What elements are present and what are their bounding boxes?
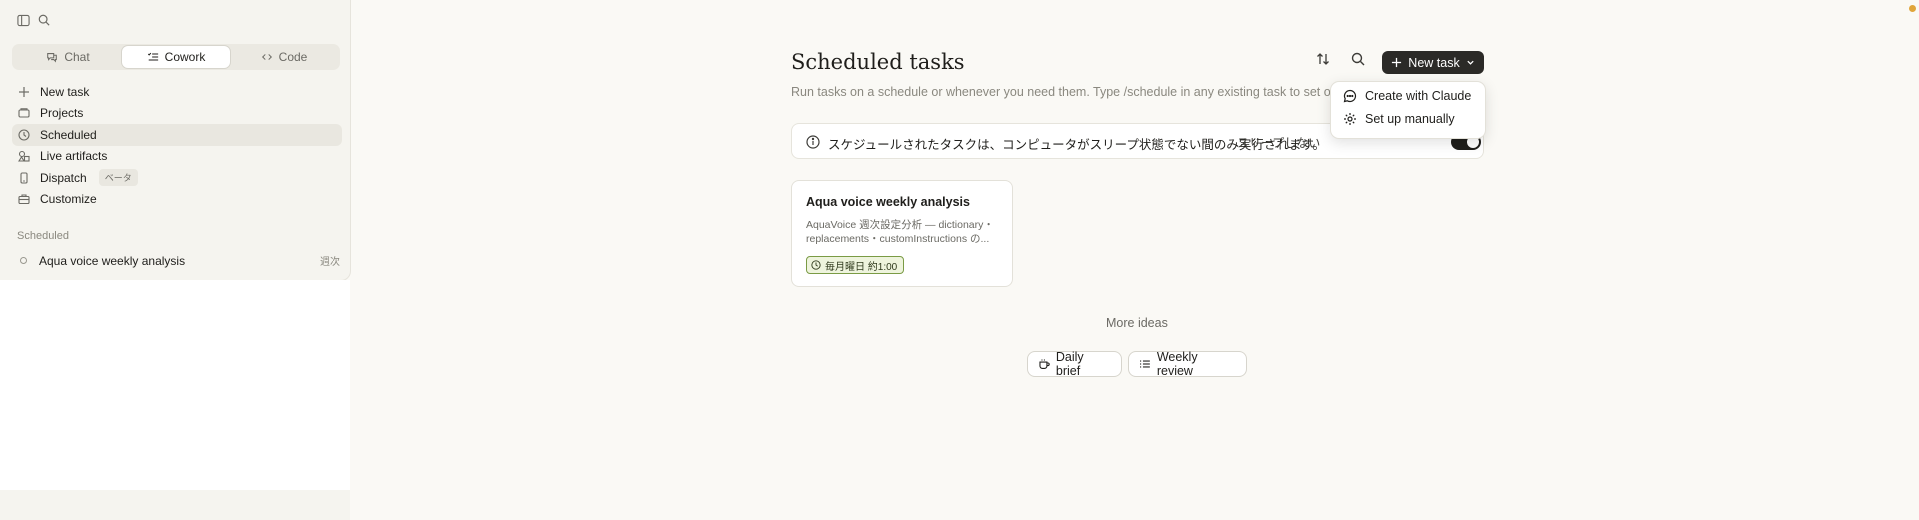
new-task-dropdown-menu: Create with Claude Set up manually: [1330, 81, 1486, 139]
menu-item-create-with-claude[interactable]: Create with Claude: [1343, 89, 1471, 103]
chevron-down-icon: [1467, 60, 1474, 65]
plus-icon: [19, 86, 29, 97]
sidebar-item-label: Dispatch: [40, 170, 87, 185]
sort-icon[interactable]: [1316, 52, 1330, 66]
task-list-icon: [147, 52, 158, 61]
status-dot-icon: [20, 257, 27, 264]
idea-weekly-review-button[interactable]: Weekly review: [1128, 350, 1247, 378]
idea-label: Weekly review: [1156, 350, 1198, 378]
sidebar-item-label: New task: [40, 84, 90, 99]
sidebar-item-dispatch[interactable]: Dispatch ベータ: [12, 167, 342, 189]
keep-awake-label: スリープしない: [1237, 136, 1321, 150]
info-icon: [806, 135, 820, 149]
new-task-label: New task: [1408, 55, 1460, 70]
briefcase-icon: [18, 194, 30, 205]
sidebar-footer: [0, 490, 350, 520]
sidebar-item-label: Customize: [40, 192, 97, 207]
clock-icon: [811, 260, 821, 270]
sidebar-blank-area: [0, 280, 350, 490]
new-task-button[interactable]: New task: [1382, 51, 1484, 74]
mode-cowork[interactable]: Cowork: [122, 46, 230, 68]
mode-code[interactable]: Code: [230, 46, 338, 68]
chat-icon: [47, 53, 58, 63]
page-subtitle: Run tasks on a schedule or whenever you …: [791, 85, 1331, 99]
sidebar-toggle-icon[interactable]: [17, 14, 30, 27]
status-indicator-icon: [1909, 5, 1916, 12]
mode-chat[interactable]: Chat: [14, 46, 122, 68]
task-card-description-line: AquaVoice 週次設定分析 — dictionary・: [806, 219, 994, 231]
sidebar-item-label: Projects: [40, 106, 84, 121]
search-icon[interactable]: [1351, 52, 1365, 66]
sidebar-scheduled-item[interactable]: Aqua voice weekly analysis 週次: [20, 253, 340, 268]
sidebar-item-label: Scheduled: [40, 127, 97, 142]
schedule-pill: 毎月曜日 約1:00: [806, 256, 905, 274]
frequency-tag: 週次: [320, 257, 340, 268]
beta-badge: ベータ: [98, 169, 138, 187]
mode-code-label: Code: [278, 50, 308, 64]
task-card-description-line: replacements・customInstructions の...: [806, 233, 990, 245]
sidebar-section-label: Scheduled: [17, 230, 69, 242]
folder-icon: [18, 108, 30, 118]
mode-chat-label: Chat: [64, 50, 90, 64]
sidebar-nav: New task Projects Scheduled Live artifac…: [12, 81, 342, 210]
sidebar-item-label: Live artifacts: [40, 149, 108, 164]
clock-icon: [18, 129, 30, 141]
more-ideas-heading: More ideas: [1106, 316, 1168, 330]
schedule-text: 毎月曜日 約1:00: [825, 261, 898, 273]
menu-item-label: Create with Claude: [1365, 89, 1472, 103]
scheduled-item-label: Aqua voice weekly analysis: [39, 253, 186, 268]
mode-cowork-label: Cowork: [164, 50, 206, 64]
menu-item-label: Set up manually: [1365, 112, 1455, 126]
sidebar: Chat Cowork Code New task Projects Sched…: [0, 0, 351, 281]
phone-icon: [20, 172, 28, 184]
list-icon: [1139, 360, 1150, 368]
sidebar-item-live-artifacts[interactable]: Live artifacts: [12, 146, 342, 168]
idea-daily-brief-button[interactable]: Daily brief: [1027, 350, 1122, 378]
menu-item-set-up-manually[interactable]: Set up manually: [1343, 112, 1455, 126]
chat-bubble-icon: [1343, 89, 1357, 103]
task-card[interactable]: Aqua voice weekly analysis AquaVoice 週次設…: [791, 180, 1013, 287]
coffee-icon: [1039, 359, 1050, 370]
sidebar-item-customize[interactable]: Customize: [12, 189, 342, 211]
mode-switcher: Chat Cowork Code: [12, 44, 340, 70]
sidebar-item-new-task[interactable]: New task: [12, 81, 342, 103]
sidebar-item-scheduled[interactable]: Scheduled: [12, 124, 342, 146]
shapes-icon: [18, 151, 30, 162]
page-title: Scheduled tasks: [791, 50, 965, 74]
sidebar-item-projects[interactable]: Projects: [12, 103, 342, 125]
plus-icon: [1392, 57, 1402, 68]
task-card-title: Aqua voice weekly analysis: [806, 195, 970, 209]
gear-icon: [1344, 113, 1356, 125]
idea-label: Daily brief: [1055, 350, 1084, 378]
code-icon: [261, 54, 272, 60]
task-card-description: AquaVoice 週次設定分析 — dictionary・ replaceme…: [806, 218, 1001, 246]
search-icon[interactable]: [38, 14, 50, 26]
